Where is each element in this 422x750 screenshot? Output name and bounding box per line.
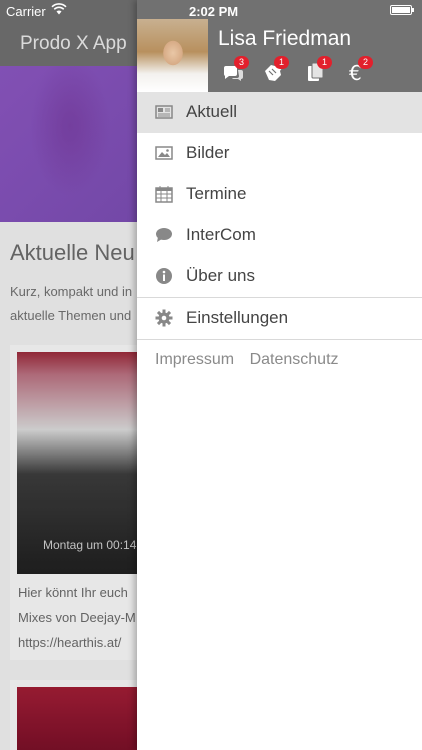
image-icon — [155, 146, 173, 160]
datenschutz-link[interactable]: Datenschutz — [250, 351, 339, 368]
menu-item-intercom[interactable]: InterCom — [137, 215, 422, 256]
battery-icon — [390, 5, 414, 15]
hand-badge: 1 — [274, 56, 289, 69]
user-name: Lisa Friedman — [218, 27, 352, 50]
hand-icon[interactable]: 1 — [262, 56, 289, 84]
menu-label-ueber-uns: Über uns — [186, 266, 255, 285]
newspaper-icon — [155, 105, 173, 119]
chat-bubble-icon — [156, 228, 172, 242]
menu-item-termine[interactable]: Termine — [137, 174, 422, 215]
menu-item-aktuell[interactable]: Aktuell — [137, 92, 422, 133]
documents-icon[interactable]: 1 — [305, 56, 332, 84]
menu-label-einstellungen: Einstellungen — [186, 308, 289, 327]
chat-badge: 3 — [234, 56, 249, 69]
euro-icon[interactable]: € 2 — [346, 56, 373, 84]
chat-bubbles-icon[interactable]: 3 — [222, 56, 249, 84]
menu-label-aktuell: Aktuell — [186, 102, 238, 121]
gear-icon — [155, 309, 173, 327]
avatar[interactable] — [137, 19, 208, 92]
impressum-link[interactable]: Impressum — [155, 351, 234, 368]
menu-item-ueber-uns[interactable]: Über uns — [137, 256, 422, 297]
menu-label-intercom: InterCom — [186, 225, 256, 244]
carrier-label: Carrier — [6, 4, 46, 19]
menu-divider-bottom — [137, 339, 422, 340]
drawer-menu: Aktuell Bilder Termine InterCom Über uns… — [137, 92, 422, 340]
info-icon — [156, 268, 172, 284]
side-drawer: Lisa Friedman 3 1 1 € 2 Aktuell Bilder T… — [137, 0, 422, 750]
documents-badge: 1 — [317, 56, 332, 69]
calendar-icon — [155, 186, 173, 203]
euro-badge: 2 — [358, 56, 373, 69]
menu-label-bilder: Bilder — [186, 143, 230, 162]
clock: 2:02 PM — [189, 4, 239, 19]
status-bar: Carrier 2:02 PM — [0, 0, 422, 22]
menu-item-einstellungen[interactable]: Einstellungen — [137, 298, 422, 339]
footer-links: Impressum Datenschutz — [155, 351, 350, 369]
menu-item-bilder[interactable]: Bilder — [137, 133, 422, 174]
menu-label-termine: Termine — [186, 184, 247, 203]
wifi-icon — [51, 3, 67, 15]
